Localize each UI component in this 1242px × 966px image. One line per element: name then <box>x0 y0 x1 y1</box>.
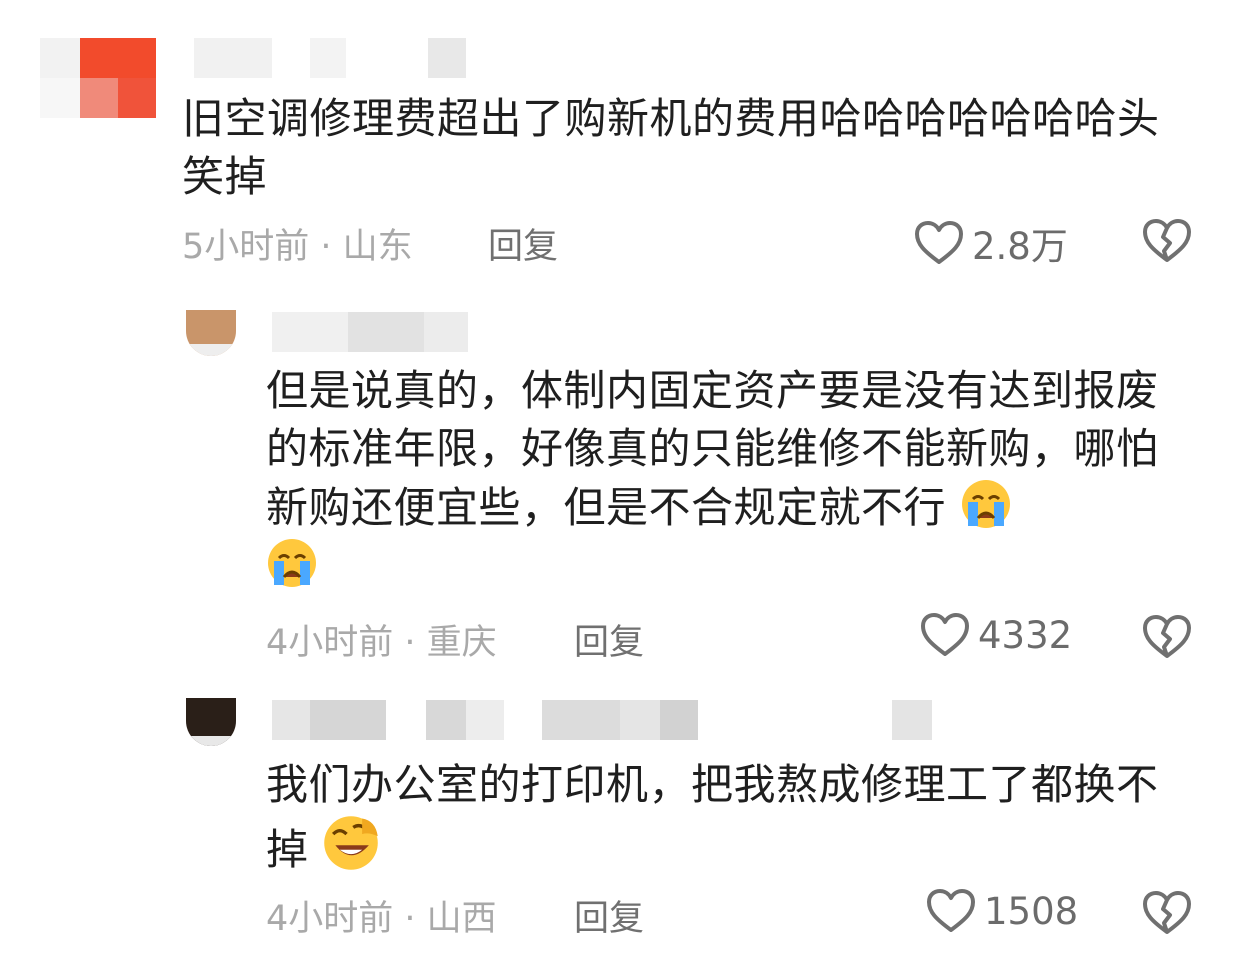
timestamp-location: 4小时前 · 山西 <box>266 899 497 939</box>
rofl-emoji <box>324 816 379 870</box>
comment-text-content: 但是说真的，体制内固定资产要是没有达到报废的标准年限，好像真的只能维修不能新购，… <box>266 366 1159 532</box>
like-count: 2.8万 <box>972 225 1068 268</box>
timestamp-location: 5小时前 · 山东 <box>182 227 413 267</box>
comment-text-content: 旧空调修理费超出了购新机的费用哈哈哈哈哈哈哈头笑掉 <box>182 94 1160 201</box>
heart-outline-icon <box>927 889 975 932</box>
comment-text: 我们办公室的打印机，把我熬成修理工了都换不掉 <box>266 756 1186 879</box>
heart-outline-icon <box>921 613 969 656</box>
comment-text-content: 我们办公室的打印机，把我熬成修理工了都换不掉 <box>266 760 1159 874</box>
crying-emoji <box>268 539 316 587</box>
timestamp-location: 4小时前 · 重庆 <box>266 623 497 663</box>
avatar[interactable] <box>40 38 156 118</box>
avatar[interactable] <box>186 698 236 746</box>
comment-text: 旧空调修理费超出了购新机的费用哈哈哈哈哈哈哈头笑掉 <box>182 90 1182 206</box>
username-blurred[interactable] <box>272 700 932 740</box>
reply-button[interactable]: 回复 <box>488 218 558 269</box>
reply-button[interactable]: 回复 <box>574 614 644 665</box>
like-button[interactable]: 4332 <box>920 612 1072 658</box>
comment-3: 我们办公室的打印机，把我熬成修理工了都换不掉 4小时前 · 山西 回复 1508 <box>0 690 1242 960</box>
crying-emoji <box>961 480 1010 528</box>
like-button[interactable]: 1508 <box>926 888 1078 934</box>
like-count: 1508 <box>984 889 1079 933</box>
like-button[interactable]: 2.8万 <box>914 216 1068 270</box>
comment-1: 旧空调修理费超出了购新机的费用哈哈哈哈哈哈哈头笑掉 5小时前 · 山东 回复 2… <box>0 0 1242 270</box>
comment-text: 但是说真的，体制内固定资产要是没有达到报废的标准年限，好像真的只能维修不能新购，… <box>266 362 1186 596</box>
comment-2: 但是说真的，体制内固定资产要是没有达到报废的标准年限，好像真的只能维修不能新购，… <box>0 300 1242 670</box>
username-blurred[interactable] <box>272 312 468 352</box>
like-count: 4332 <box>978 613 1073 657</box>
broken-heart-icon[interactable] <box>1142 218 1192 264</box>
reply-button[interactable]: 回复 <box>574 890 644 941</box>
heart-outline-icon <box>915 221 963 264</box>
broken-heart-icon[interactable] <box>1142 614 1192 660</box>
avatar[interactable] <box>186 310 236 356</box>
broken-heart-icon[interactable] <box>1142 890 1192 936</box>
username-blurred[interactable] <box>194 38 466 78</box>
